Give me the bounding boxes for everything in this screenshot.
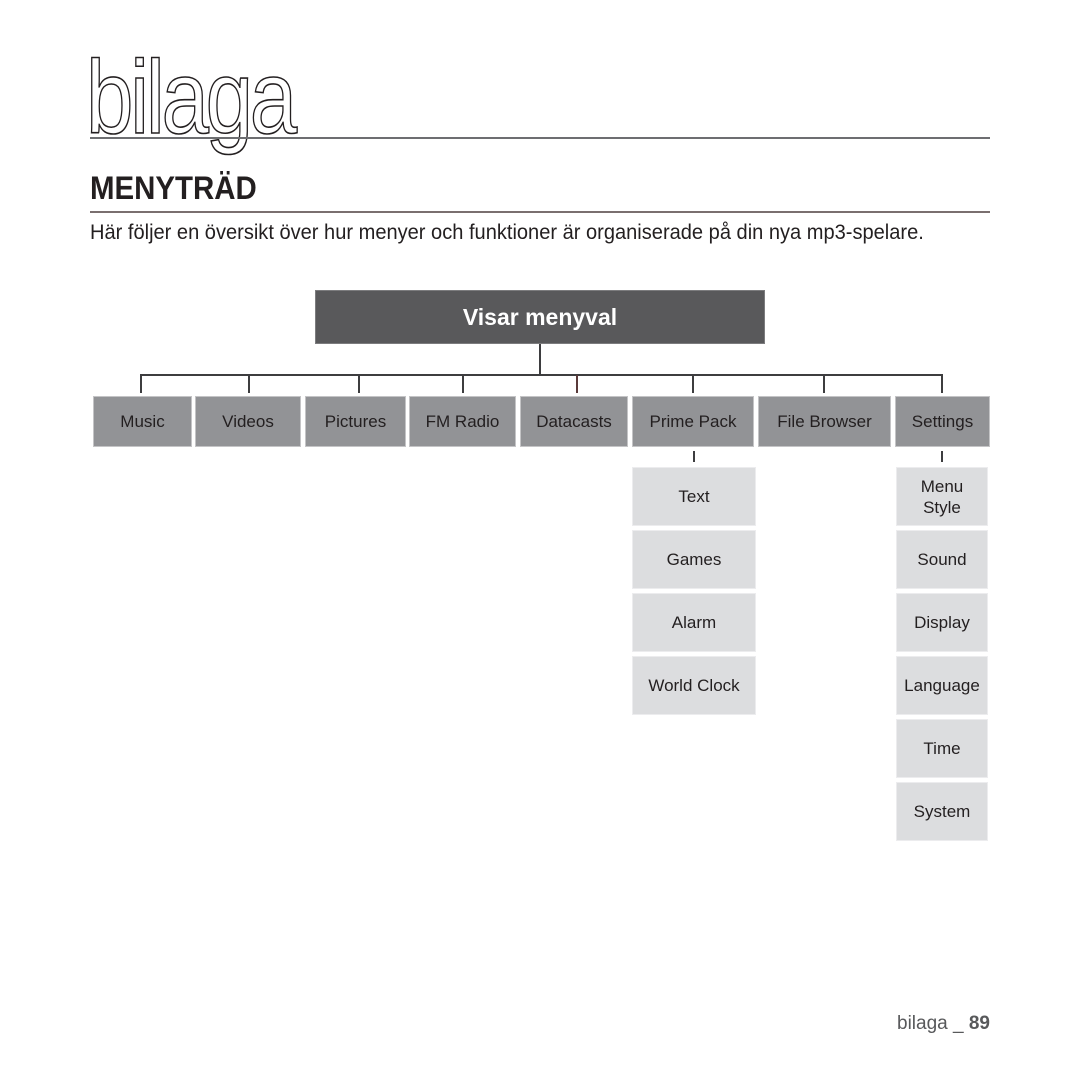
page-footer: bilaga _ 89 xyxy=(897,1013,990,1035)
menu-item-videos: Videos xyxy=(195,396,301,447)
root-connector xyxy=(539,344,541,376)
branch-connector xyxy=(358,375,360,393)
chapter-rule xyxy=(90,137,990,139)
menu-item-settings: Settings xyxy=(895,396,990,447)
submenu-item-system: System xyxy=(896,782,988,841)
submenu-item-alarm: Alarm xyxy=(632,593,756,652)
submenu-item-language: Language xyxy=(896,656,988,715)
menu-item-music: Music xyxy=(93,396,192,447)
menu-item-pictures: Pictures xyxy=(305,396,406,447)
submenu-item-world-clock: World Clock xyxy=(632,656,756,715)
footer-label: bilaga _ xyxy=(897,1013,964,1034)
branch-connector xyxy=(692,375,694,393)
chapter-title: bilaga xyxy=(85,40,298,156)
menu-root: Visar menyval xyxy=(315,290,765,344)
submenu-item-games: Games xyxy=(632,530,756,589)
branch-connector xyxy=(140,375,142,393)
submenu-item-display: Display xyxy=(896,593,988,652)
branch-connector xyxy=(823,375,825,393)
submenu-item-sound: Sound xyxy=(896,530,988,589)
menu-item-prime-pack: Prime Pack xyxy=(632,396,754,447)
intro-paragraph: Här följer en översikt över hur menyer o… xyxy=(90,221,924,244)
section-rule xyxy=(90,211,990,213)
submenu-item-menu-style: Menu Style xyxy=(896,467,988,526)
branch-connector xyxy=(248,375,250,393)
page-number: 89 xyxy=(968,1013,990,1034)
branch-connector xyxy=(462,375,464,393)
submenu-item-time: Time xyxy=(896,719,988,778)
sub-connector xyxy=(693,451,695,462)
section-title: MENYTRÄD xyxy=(90,170,257,206)
branch-connector xyxy=(576,375,578,393)
menu-item-file-browser: File Browser xyxy=(758,396,891,447)
submenu-item-text: Text xyxy=(632,467,756,526)
branch-connector xyxy=(941,375,943,393)
menu-item-fm-radio: FM Radio xyxy=(409,396,516,447)
sub-connector xyxy=(941,451,943,462)
menu-item-datacasts: Datacasts xyxy=(520,396,628,447)
